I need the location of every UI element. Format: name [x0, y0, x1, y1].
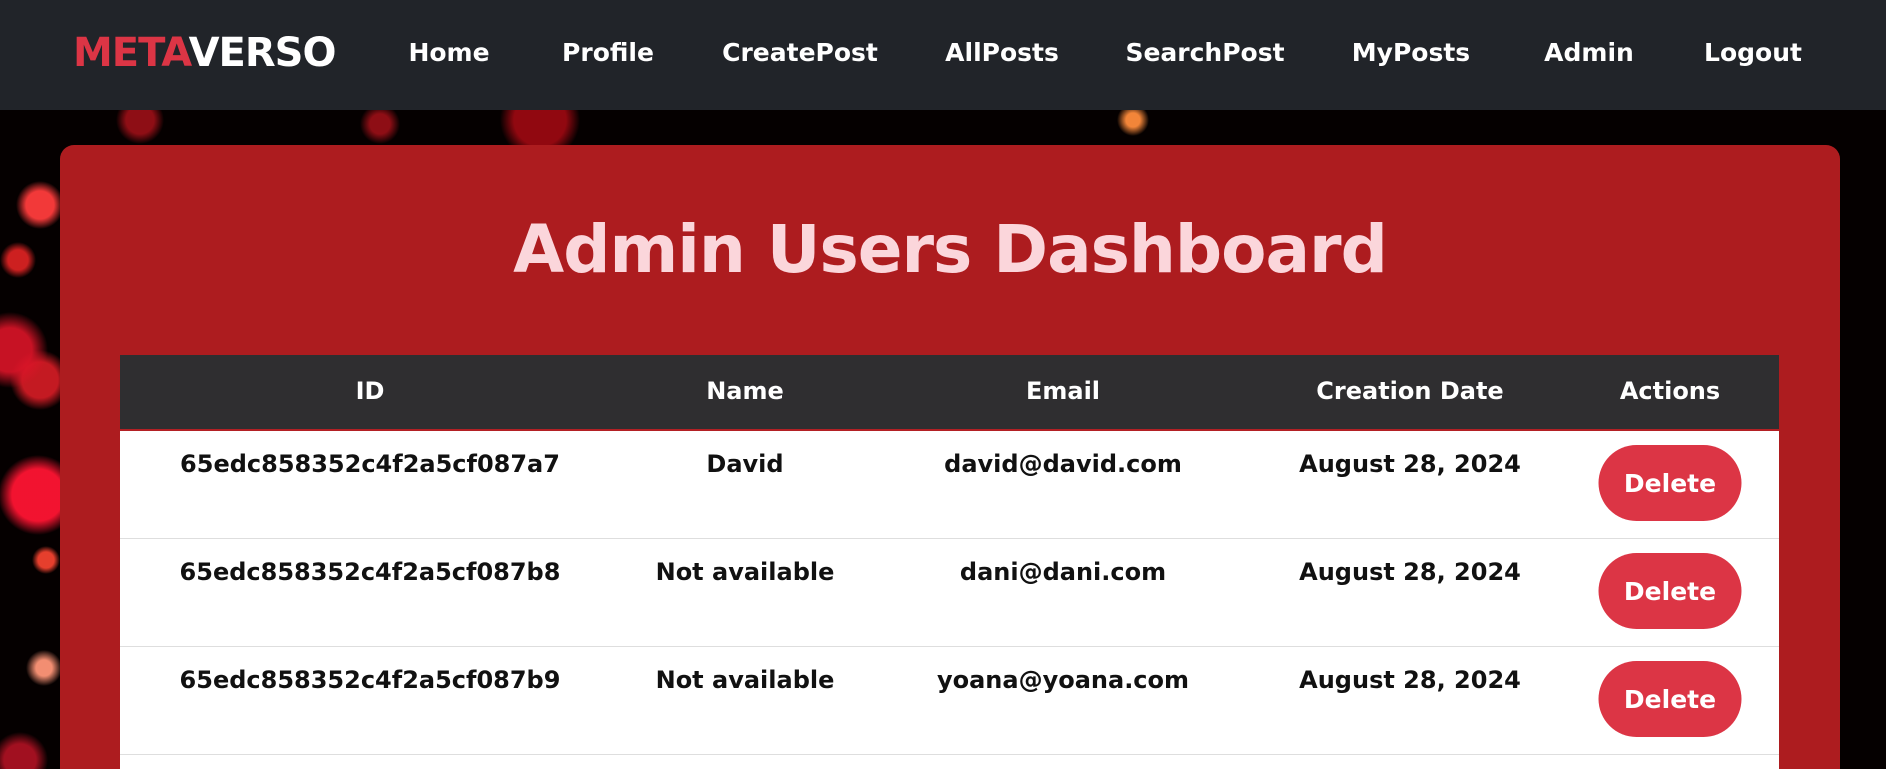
nav-item-home[interactable]: Home	[408, 36, 489, 70]
brand-logo-meta: META	[73, 30, 190, 76]
nav-item-admin[interactable]: Admin	[1544, 36, 1634, 70]
cell-user-email: yoana@yoana.com	[936, 666, 1190, 694]
column-header-name: Name	[706, 377, 784, 405]
cell-user-name: Not available	[655, 558, 835, 586]
column-header-id: ID	[355, 377, 385, 405]
cell-user-id: 65edc858352c4f2a5cf087b8	[179, 558, 561, 586]
column-header-actions: Actions	[1619, 377, 1721, 405]
brand-logo[interactable]: METAVERSO	[73, 28, 337, 78]
cell-creation-date: August 28, 2024	[1299, 450, 1521, 478]
delete-user-button[interactable]: Delete	[1598, 661, 1742, 737]
nav-item-allposts[interactable]: AllPosts	[945, 36, 1059, 70]
brand-logo-verso: VERSO	[188, 30, 337, 76]
nav-item-createpost[interactable]: CreatePost	[722, 36, 878, 70]
delete-user-button[interactable]: Delete	[1598, 553, 1742, 629]
cell-creation-date: August 28, 2024	[1299, 558, 1521, 586]
nav-item-myposts[interactable]: MyPosts	[1352, 36, 1470, 70]
column-header-email: Email	[1025, 377, 1101, 405]
cell-user-id: 65edc858352c4f2a5cf087a7	[180, 450, 560, 478]
page-title: Admin Users Dashboard	[513, 211, 1388, 288]
nav-item-searchpost[interactable]: SearchPost	[1125, 36, 1284, 70]
cell-user-name: Not available	[655, 666, 835, 694]
column-header-creation-date: Creation Date	[1316, 377, 1504, 405]
table-row: 65edc858352c4f2a5cf087b8 Not available d…	[120, 539, 1779, 647]
table-row: 65edc858352c4f2a5cf087a7 David david@dav…	[120, 431, 1779, 539]
users-table: ID Name Email Creation Date Actions 65ed…	[120, 355, 1779, 769]
table-row: 65edc858352c4f2a5cf087b9 Not available y…	[120, 647, 1779, 755]
cell-creation-date: August 28, 2024	[1299, 666, 1521, 694]
nav-item-profile[interactable]: Profile	[562, 36, 654, 70]
cell-user-name: David	[706, 450, 784, 478]
cell-user-email: dani@dani.com	[959, 558, 1167, 586]
nav-item-logout[interactable]: Logout	[1704, 36, 1802, 70]
top-navbar: METAVERSO Home Profile CreatePost AllPos…	[0, 0, 1886, 110]
cell-user-email: david@david.com	[944, 450, 1182, 478]
cell-user-id: 65edc858352c4f2a5cf087b9	[179, 666, 561, 694]
table-header-row: ID Name Email Creation Date Actions	[120, 355, 1779, 431]
table-row	[120, 755, 1779, 769]
delete-user-button[interactable]: Delete	[1598, 445, 1742, 521]
